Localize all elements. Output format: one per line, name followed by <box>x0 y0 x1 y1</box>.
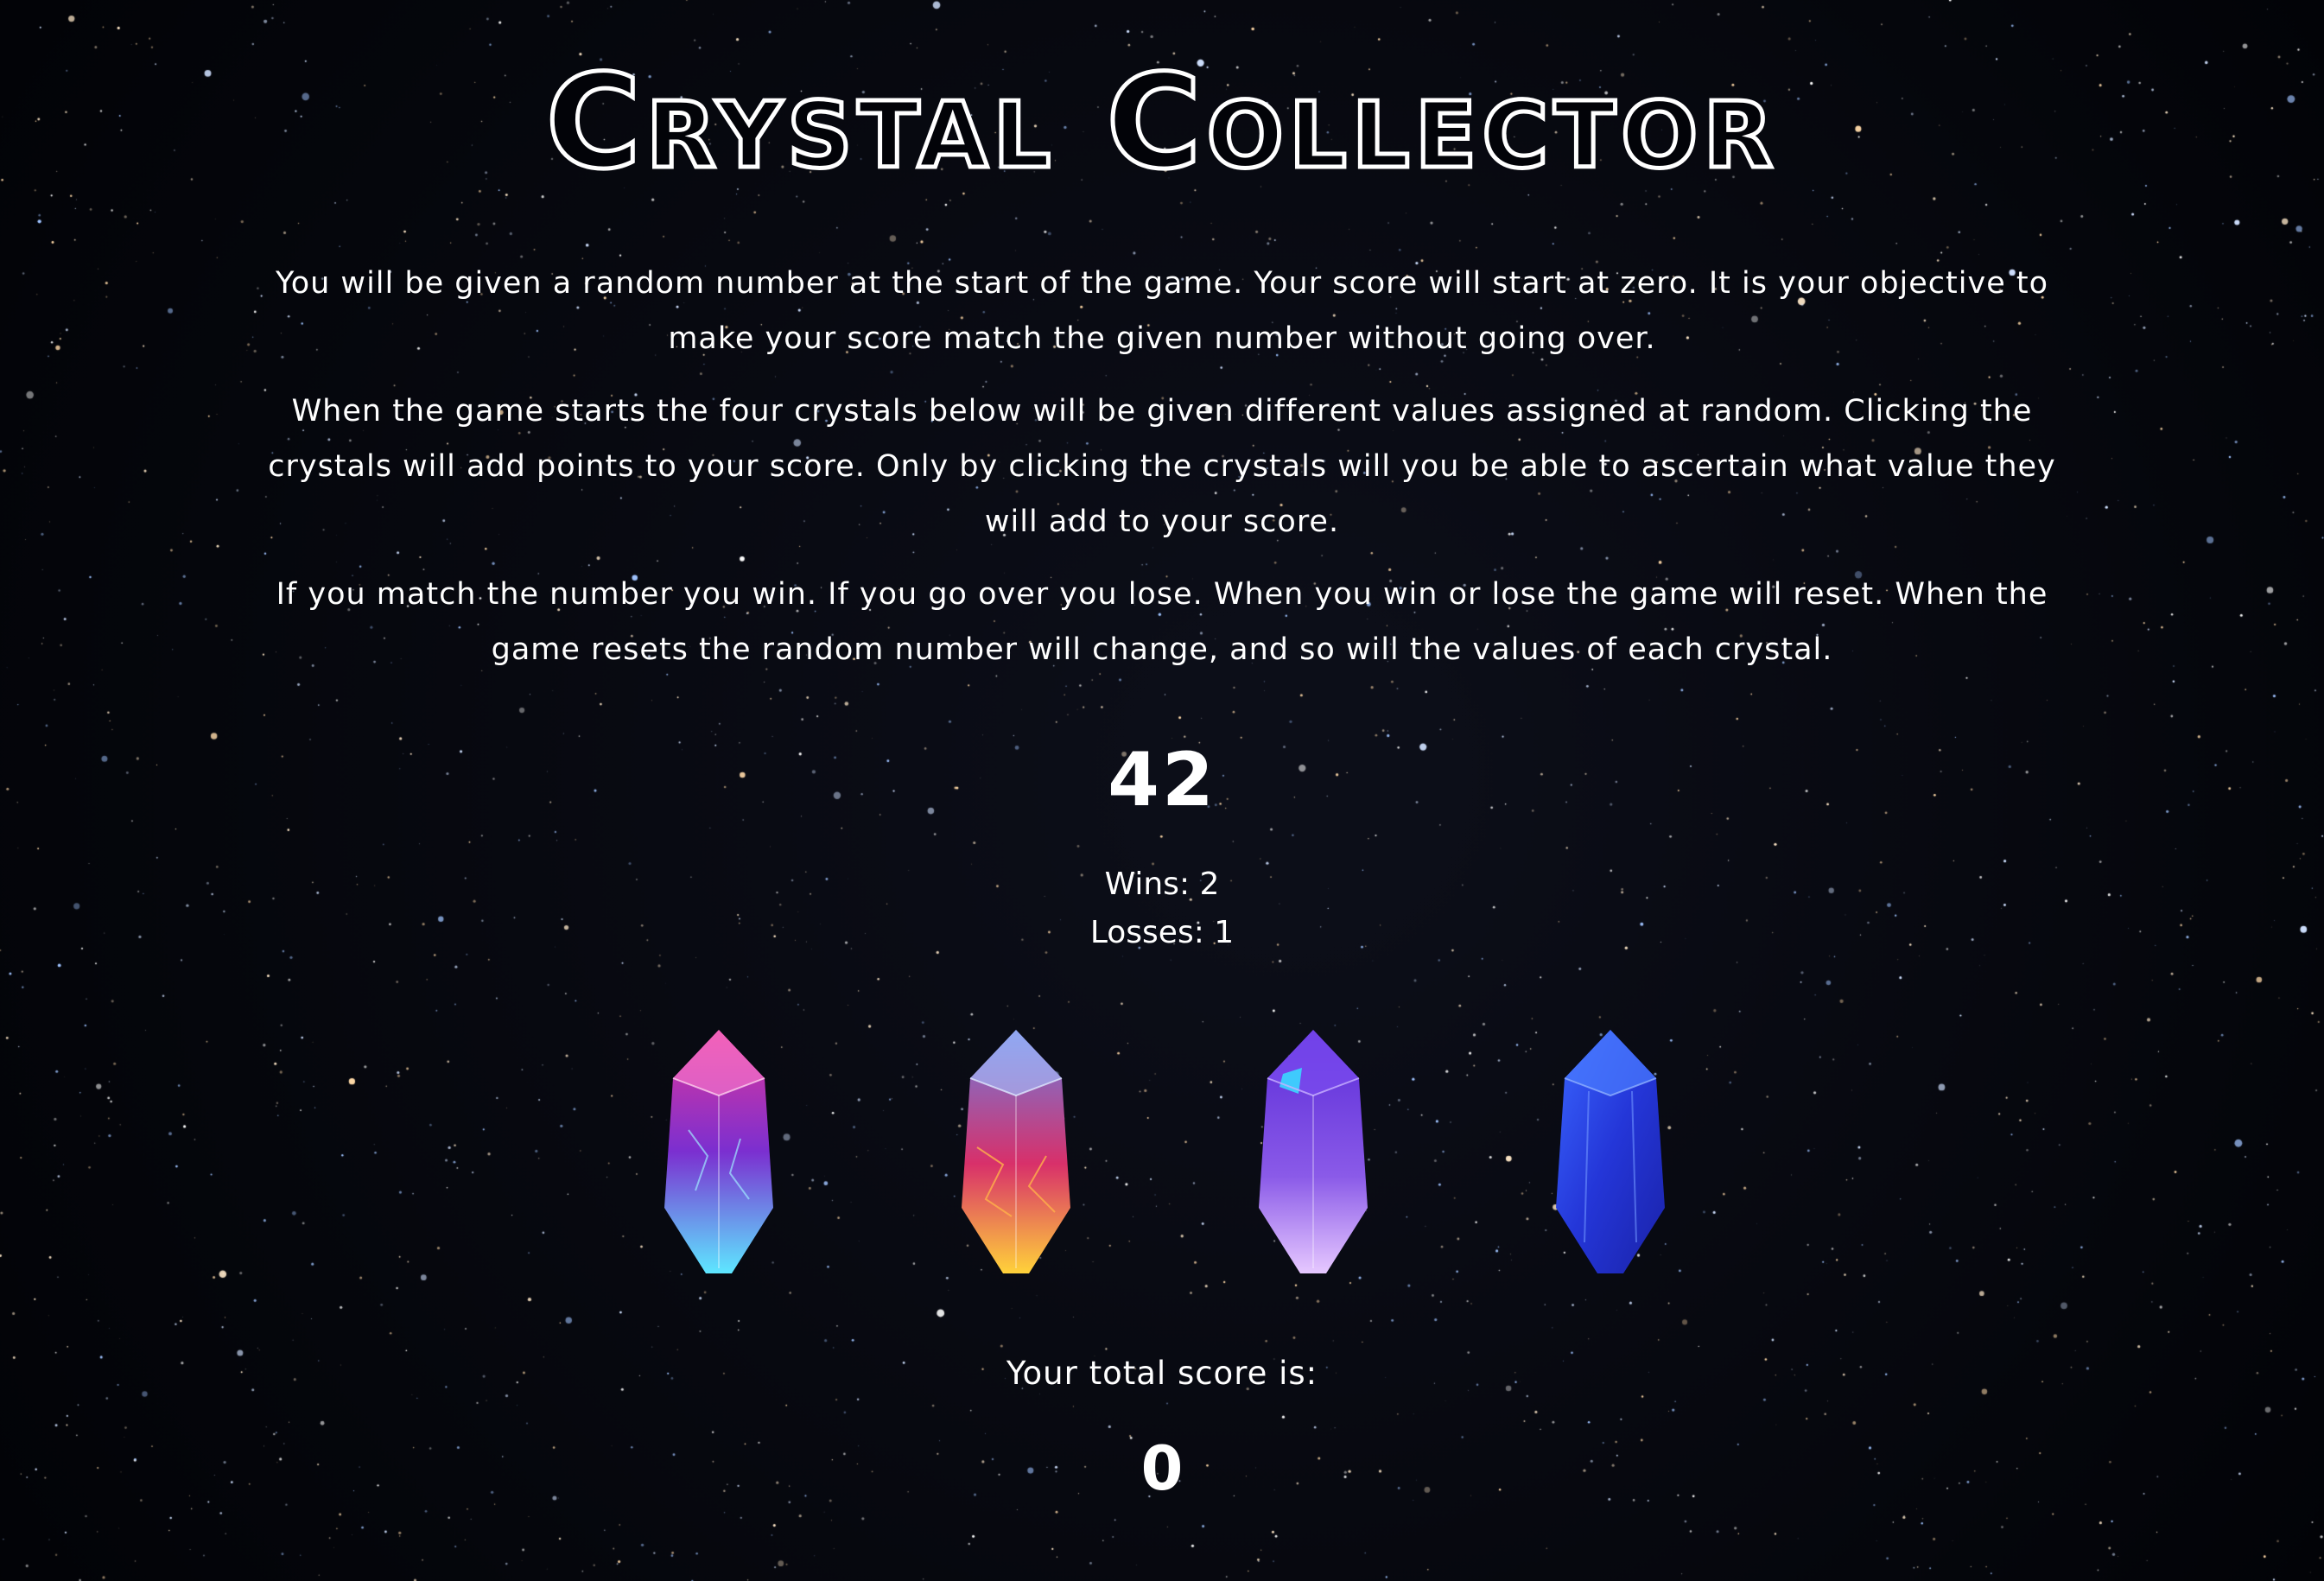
instruction-paragraph: When the game starts the four crystals b… <box>268 394 2056 539</box>
pink-blue-crystal-icon <box>664 1030 773 1273</box>
crystal-button-4[interactable] <box>1546 1026 1675 1277</box>
crystal-button-1[interactable] <box>654 1026 784 1277</box>
instruction-paragraph: If you match the number you win. If you … <box>276 577 2048 667</box>
wins-counter: Wins: 2 <box>1104 867 1220 902</box>
page-title: Crystal Collector <box>543 46 1779 200</box>
crystal-button-3[interactable] <box>1248 1026 1378 1277</box>
crystal-row <box>0 1026 2324 1277</box>
red-orange-crystal-icon <box>962 1030 1070 1273</box>
instructions: You will be given a random number at the… <box>259 256 2065 695</box>
score-label: Your total score is: <box>1006 1355 1318 1392</box>
target-number: 42 <box>1108 737 1216 823</box>
game-page: Crystal Collector You will be given a ra… <box>0 0 2324 1581</box>
crystal-button-2[interactable] <box>951 1026 1081 1277</box>
instruction-paragraph: You will be given a random number at the… <box>275 266 2048 356</box>
blue-crystal-icon <box>1556 1030 1665 1273</box>
score-value: 0 <box>1140 1433 1184 1504</box>
purple-crystal-icon <box>1259 1030 1368 1273</box>
losses-counter: Losses: 1 <box>1089 915 1235 950</box>
